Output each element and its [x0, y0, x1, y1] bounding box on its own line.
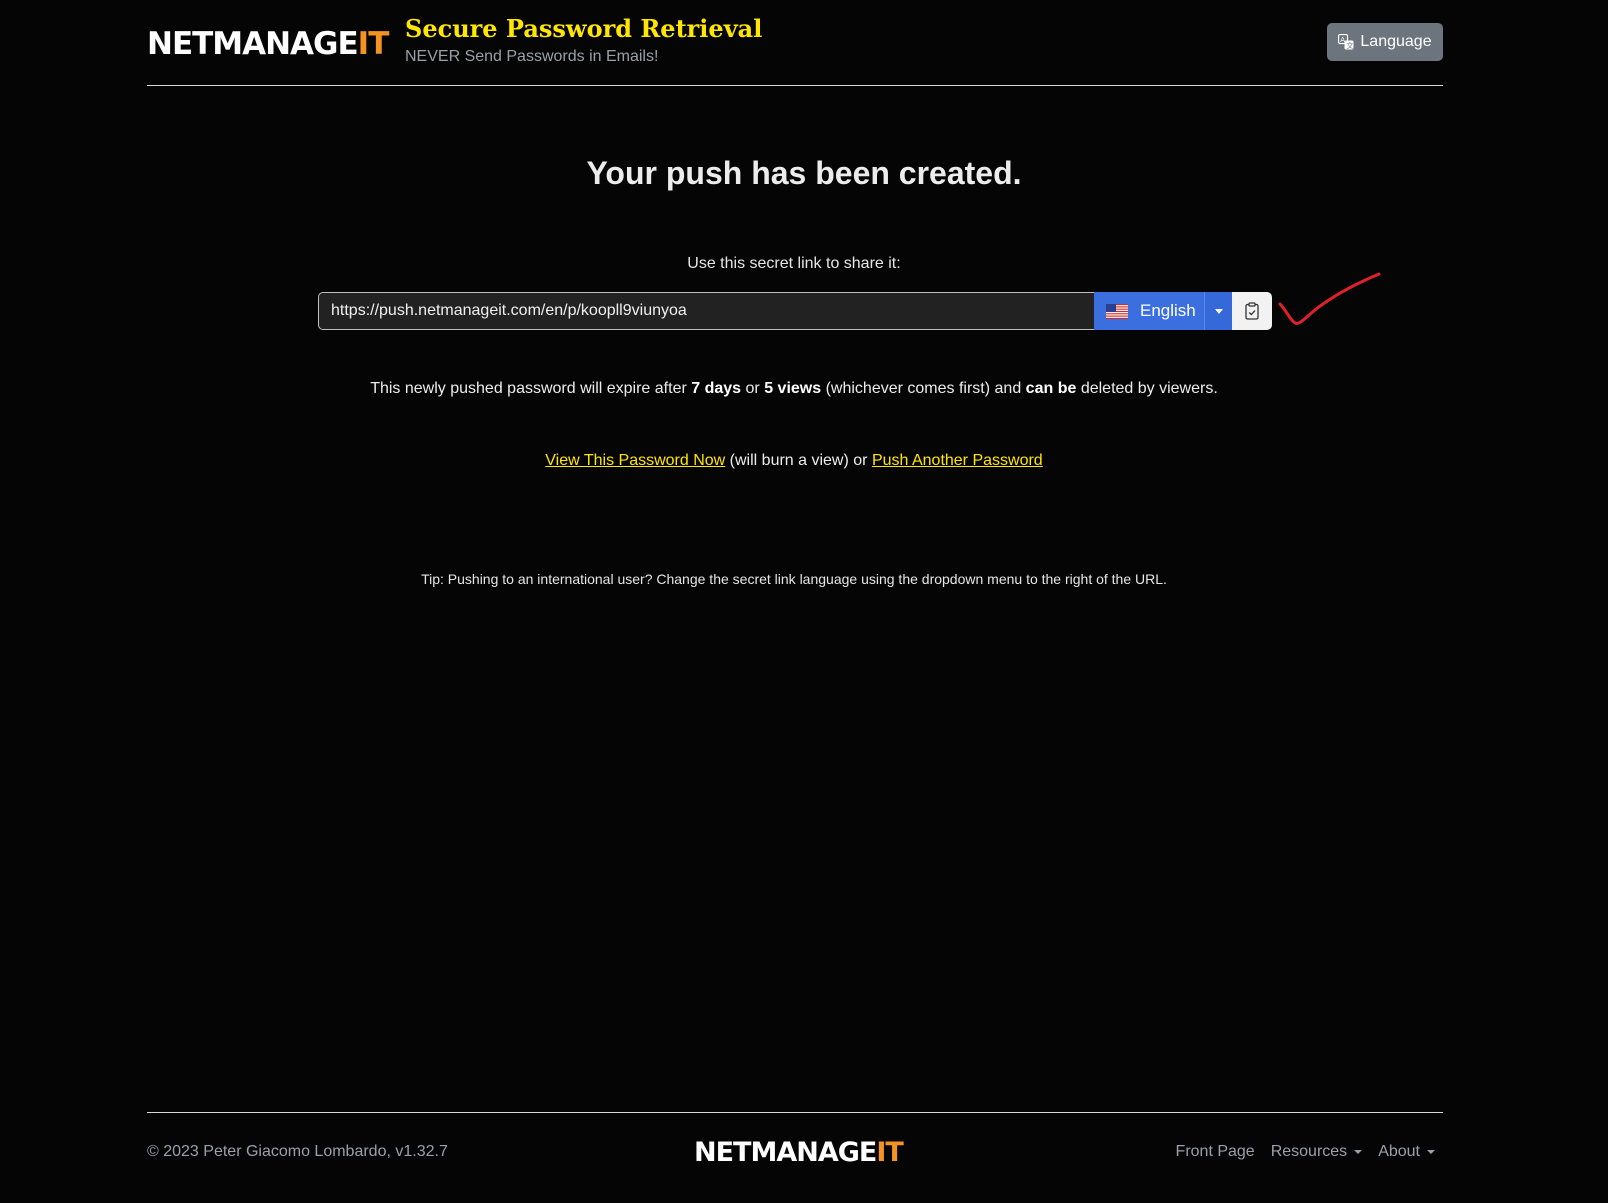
footer-resources-dropdown[interactable]: Resources [1270, 1143, 1363, 1161]
language-button-label: Language [1360, 33, 1432, 50]
footer-logo[interactable]: NETMANAGEIT [694, 1137, 904, 1168]
view-password-link[interactable]: View This Password Now [545, 452, 725, 469]
language-dropdown-toggle[interactable] [1204, 292, 1232, 330]
page-title: Your push has been created. [586, 155, 1022, 191]
push-another-link[interactable]: Push Another Password [872, 452, 1043, 469]
expire-middle: (whichever comes first) and [825, 380, 1022, 397]
secret-link-group: English [318, 292, 1272, 330]
expire-days: 7 days [691, 380, 742, 397]
action-links: View This Password Now (will burn a view… [0, 452, 1588, 470]
svg-text:文: 文 [1347, 41, 1354, 50]
brand-title: Secure Password Retrieval [405, 14, 763, 43]
footer-about-dropdown[interactable]: About [1378, 1143, 1435, 1161]
about-label: About [1378, 1143, 1420, 1160]
expire-suffix: deleted by viewers. [1080, 380, 1218, 397]
expiration-note: This newly pushed password will expire a… [0, 380, 1588, 398]
footer-logo-text: NETMANAGE [694, 1137, 877, 1168]
checkmark-annotation [1278, 272, 1381, 325]
caret-down-icon [1427, 1150, 1435, 1154]
expire-prefix: This newly pushed password will expire a… [370, 380, 687, 397]
expire-or: or [745, 380, 760, 397]
us-flag-icon [1106, 303, 1128, 319]
expire-can-be: can be [1025, 380, 1077, 397]
language-button[interactable]: A文 Language [1327, 23, 1443, 61]
footer-nav: Front Page Resources About [1176, 1143, 1435, 1161]
copy-to-clipboard-button[interactable] [1232, 292, 1272, 330]
tip-text: Tip: Pushing to an international user? C… [421, 571, 1167, 587]
caret-down-icon [1354, 1150, 1363, 1154]
link-language-select[interactable]: English [1094, 292, 1204, 330]
footer-logo-accent: IT [876, 1137, 903, 1168]
caret-down-icon [1214, 308, 1223, 314]
site-header: NETMANAGEIT Secure Password Retrieval NE… [147, 0, 1443, 86]
brand-subtitle: NEVER Send Passwords in Emails! [405, 48, 659, 65]
clipboard-check-icon [1245, 302, 1259, 320]
front-page-label: Front Page [1175, 1143, 1255, 1160]
expire-views: 5 views [764, 380, 822, 397]
translate-icon: A文 [1338, 34, 1354, 50]
logo-text: NETMANAGE [147, 26, 359, 62]
copyright: © 2023 Peter Giacomo Lombardo, v1.32.7 [147, 1143, 448, 1160]
logo-accent: IT [357, 26, 390, 62]
burn-note: (will burn a view) or [729, 452, 868, 469]
site-footer: © 2023 Peter Giacomo Lombardo, v1.32.7 N… [147, 1112, 1443, 1203]
resources-label: Resources [1270, 1143, 1348, 1160]
netmanageit-logo[interactable]: NETMANAGEIT [147, 26, 390, 62]
secret-url-input[interactable] [318, 292, 1094, 330]
footer-front-page-link[interactable]: Front Page [1176, 1143, 1255, 1161]
link-language-label: English [1140, 301, 1196, 320]
